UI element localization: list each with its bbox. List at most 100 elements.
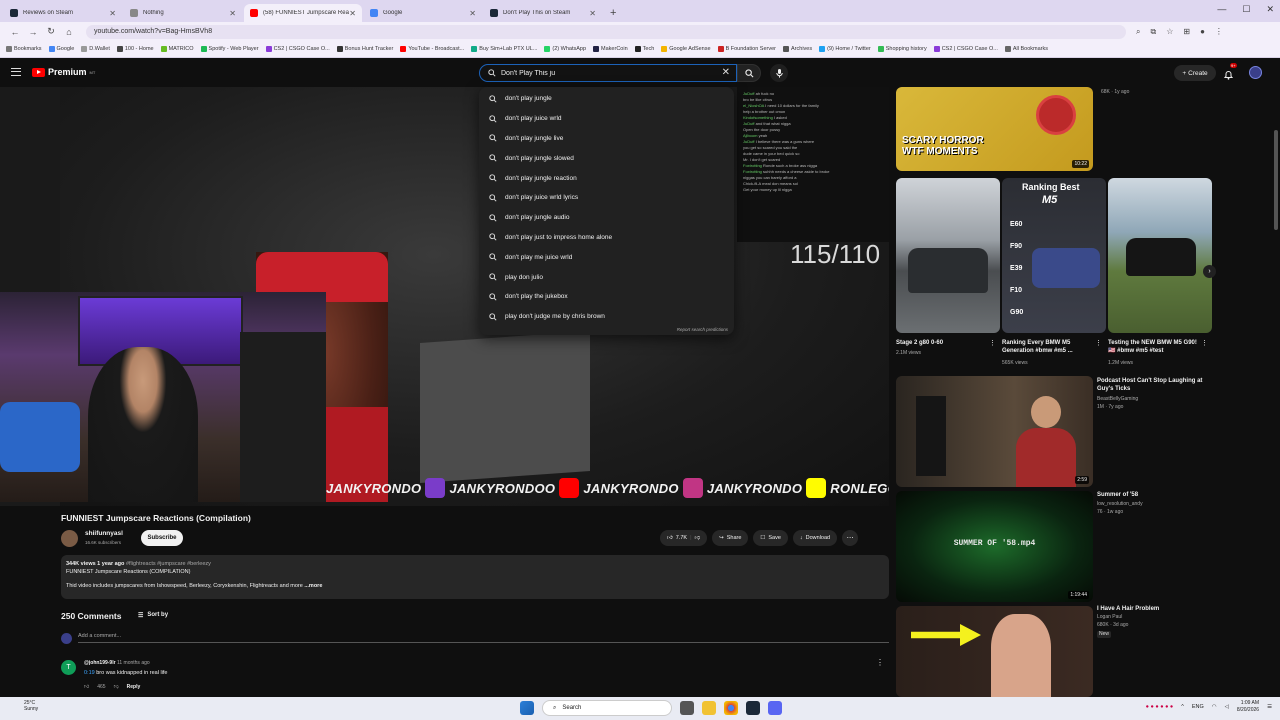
menu-icon[interactable]: ⋮ <box>1215 27 1223 37</box>
guide-menu-icon[interactable] <box>11 68 21 76</box>
comment-avatar[interactable]: T <box>61 660 76 675</box>
search-suggestion[interactable]: don't play the jukebox <box>479 287 734 307</box>
search-box[interactable]: ✕ <box>479 64 737 82</box>
bookmark-item[interactable]: Google AdSense <box>661 46 711 52</box>
short-thumbnail[interactable]: Ranking Best M5 E60 F90 E39 F10 G90 <box>1002 178 1106 333</box>
wifi-icon[interactable]: ◠ <box>1212 704 1217 710</box>
close-tab-icon[interactable]: ✕ <box>229 9 236 18</box>
discord-icon[interactable] <box>768 701 782 715</box>
voice-search-button[interactable] <box>770 64 788 82</box>
channel-avatar[interactable] <box>61 530 78 547</box>
hashtags[interactable]: #flightreacts #jumpscare #berleezy <box>126 561 211 567</box>
shorts-next-arrow-icon[interactable]: › <box>1203 265 1216 278</box>
tray-chevron-icon[interactable]: ^ <box>1181 704 1184 710</box>
task-view-icon[interactable] <box>680 701 694 715</box>
minimize-icon[interactable]: — <box>1217 4 1226 15</box>
youtube-premium-logo[interactable]: Premium MT <box>32 67 95 77</box>
bookmark-item[interactable]: YouTube - Broadcast... <box>400 46 464 52</box>
download-button[interactable]: ↓ Download <box>792 530 838 546</box>
bookmark-item[interactable]: B Foundation Server <box>717 46 776 52</box>
show-more-link[interactable]: ...more <box>304 583 322 589</box>
search-suggestion[interactable]: don't play jungle audio <box>479 208 734 228</box>
chrome-icon[interactable] <box>724 701 738 715</box>
search-button[interactable] <box>737 64 761 82</box>
comment-timestamp-link[interactable]: 0:19 <box>84 670 95 676</box>
bookmark-item[interactable]: Shopping history <box>877 46 927 52</box>
browser-tab[interactable]: Reviews on Steam ✕ <box>4 4 122 22</box>
short-menu-icon[interactable]: ⋮ <box>989 339 996 347</box>
close-tab-icon[interactable]: ✕ <box>469 9 476 18</box>
thumbs-down-icon[interactable]: 👎︎ <box>695 535 701 541</box>
report-predictions-link[interactable]: Report search predictions <box>677 327 728 332</box>
more-actions-icon[interactable]: ⋯ <box>842 530 859 546</box>
search-suggestion[interactable]: don't play jungle <box>479 89 734 109</box>
short-title[interactable]: Ranking Every BMW M5 Generation #bmw #m5… <box>1002 339 1092 355</box>
short-thumbnail[interactable] <box>1108 178 1212 333</box>
bookmark-item[interactable]: (9) Home / Twitter <box>819 46 871 52</box>
description-box[interactable]: 344K views 1 year ago #flightreacts #jum… <box>61 555 889 599</box>
notifications-bell-icon[interactable] <box>1223 67 1234 85</box>
share-button[interactable]: ↪ Share <box>712 530 749 546</box>
clock[interactable]: 1:09 AM 8/20/2026 <box>1237 700 1259 714</box>
bookmark-item[interactable]: Archives <box>783 46 812 52</box>
bookmark-item[interactable]: Bonus Hunt Tracker <box>336 46 393 52</box>
channel-name[interactable]: shiifunnyasl <box>85 530 123 537</box>
video-thumbnail[interactable]: 2:59 <box>896 376 1093 487</box>
bookmark-item[interactable]: Buy Sim+Lab PTX UL... <box>471 46 537 52</box>
weather-widget[interactable]: 25°C Sunny <box>24 700 38 712</box>
steam-icon[interactable] <box>746 701 760 715</box>
search-suggestion[interactable]: don't play jungle slowed <box>479 148 734 168</box>
clear-search-icon[interactable]: ✕ <box>722 67 730 78</box>
bookmark-item[interactable]: Spotify - Web Player <box>200 46 259 52</box>
save-button[interactable]: ☐ Save <box>753 530 788 546</box>
short-thumbnail[interactable] <box>896 178 1000 333</box>
bookmark-item[interactable]: (2) WhatsApp <box>544 46 586 52</box>
short-title[interactable]: Stage 2 g80 0-60 <box>896 339 986 347</box>
bookmark-item[interactable]: MakerCoin <box>593 46 628 52</box>
search-suggestion[interactable]: don't play me juice wrld <box>479 247 734 267</box>
maximize-icon[interactable]: ☐ <box>1242 4 1250 15</box>
like-dislike-button[interactable]: 👍︎ 7.7K | 👎︎ <box>660 530 708 546</box>
subscribe-button[interactable]: Subscribe <box>141 530 183 546</box>
comment-like-icon[interactable]: 👍︎ <box>84 684 89 690</box>
url-field[interactable]: youtube.com/watch?v=Bag-HmsBVh8 <box>86 24 1126 39</box>
volume-icon[interactable]: ◁ <box>1225 704 1229 710</box>
scrollbar-thumb[interactable] <box>1274 130 1278 230</box>
account-avatar[interactable] <box>1249 66 1262 79</box>
file-explorer-icon[interactable] <box>702 701 716 715</box>
search-suggestion[interactable]: don't play juice wrld lyrics <box>479 188 734 208</box>
browser-tab[interactable]: Don't Play This on Steam ✕ <box>484 4 602 22</box>
search-suggestion[interactable]: don't play jungle reaction <box>479 168 734 188</box>
short-title[interactable]: Testing the NEW BMW M5 G90! 🇺🇸 #bmw #m5 … <box>1108 339 1198 355</box>
comment-menu-icon[interactable]: ⋮ <box>876 658 884 667</box>
close-tab-icon[interactable]: ✕ <box>109 9 116 18</box>
comment-dislike-icon[interactable]: 👎︎ <box>114 684 119 690</box>
short-menu-icon[interactable]: ⋮ <box>1095 339 1102 347</box>
forward-icon[interactable]: → <box>24 27 42 37</box>
reply-button[interactable]: Reply <box>127 684 141 690</box>
short-menu-icon[interactable]: ⋮ <box>1201 339 1208 347</box>
search-input[interactable] <box>501 69 701 77</box>
comment-author[interactable]: @john199-9lr 11 months ago <box>84 660 150 666</box>
channel-name[interactable]: BeastBellyGaming <box>1097 396 1138 403</box>
back-icon[interactable]: ← <box>6 27 24 37</box>
close-tab-icon[interactable]: ✕ <box>349 9 356 18</box>
lang-indicator[interactable]: ENG <box>1192 704 1204 710</box>
bookmark-item[interactable]: MATRICO <box>160 46 194 52</box>
home-icon[interactable]: ⌂ <box>60 27 78 37</box>
taskbar-search[interactable]: ⌕ Search <box>542 700 672 716</box>
video-thumbnail[interactable] <box>896 606 1093 697</box>
comment-username[interactable]: @john199-9lr <box>84 660 116 666</box>
bookmark-item[interactable]: Tech <box>634 46 654 52</box>
close-tab-icon[interactable]: ✕ <box>589 9 596 18</box>
bookmark-item[interactable]: Google <box>48 46 74 52</box>
video-title[interactable]: Summer of '58 <box>1097 491 1207 499</box>
channel-name[interactable]: low_resolution_andy <box>1097 501 1143 508</box>
search-suggestion[interactable]: play don julio <box>479 267 734 287</box>
video-title[interactable]: Podcast Host Can't Stop Laughing at Guy'… <box>1097 377 1207 393</box>
search-suggestion[interactable]: play don't judge me by chris brown <box>479 307 734 327</box>
browser-tab[interactable]: Nothing ✕ <box>124 4 242 22</box>
tray-app-icons[interactable]: ● ● ● ● ● ● <box>1146 704 1174 710</box>
bookmark-item[interactable]: Bookmarks <box>6 46 42 52</box>
video-player[interactable]: JuDuff ah fuck no bro be like citrus el_N… <box>0 87 889 506</box>
